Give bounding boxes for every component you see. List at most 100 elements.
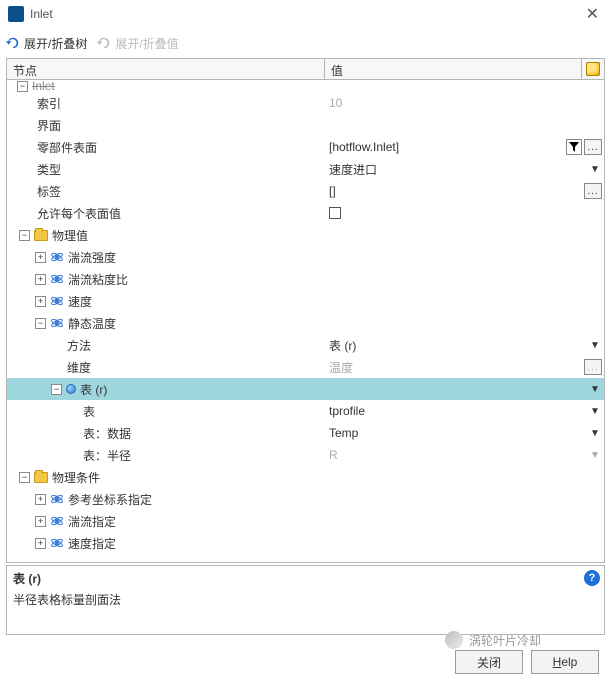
value-text: Temp	[329, 426, 358, 440]
tree-row-tag[interactable]: 标签 [] ...	[7, 180, 604, 202]
node-label: 方法	[67, 337, 91, 354]
expander-icon[interactable]: −	[19, 472, 30, 483]
description-title: 表 (r)	[13, 570, 598, 587]
node-label: 类型	[37, 161, 61, 178]
value-text: 表 (r)	[329, 337, 356, 354]
chevron-down-icon[interactable]: ▼	[588, 426, 602, 440]
tree-row-ref-frame[interactable]: + 参考坐标系指定	[7, 488, 604, 510]
expander-icon[interactable]: +	[35, 252, 46, 263]
value-cell[interactable]	[325, 202, 604, 224]
value-cell[interactable]: 速度进口 ▼	[325, 158, 604, 180]
value-cell[interactable]: [] ...	[325, 180, 604, 202]
refresh-icon-disabled	[97, 36, 111, 50]
header-search-button[interactable]	[582, 59, 604, 79]
tree-row-velocity[interactable]: + 速度	[7, 290, 604, 312]
physics-icon	[50, 536, 64, 550]
physics-icon	[50, 316, 64, 330]
close-button[interactable]: 关闭	[455, 650, 523, 674]
ellipsis-button[interactable]: ...	[584, 359, 602, 375]
chevron-down-icon[interactable]: ▼	[588, 404, 602, 418]
value-text: [hotflow.Inlet]	[329, 140, 399, 154]
node-label: 索引	[37, 95, 61, 112]
search-icon	[586, 62, 600, 76]
value-cell[interactable]: [hotflow.Inlet] ...	[325, 136, 604, 158]
node-dot-icon	[66, 384, 76, 394]
grid-header: 节点 值	[6, 58, 605, 80]
value-text: 速度进口	[329, 161, 377, 178]
tree-row-allow-per-surface[interactable]: 允许每个表面值	[7, 202, 604, 224]
tree-row-phys-conditions[interactable]: − 物理条件	[7, 466, 604, 488]
tree-row-table-radius[interactable]: 表：半径 R ▼	[7, 444, 604, 466]
expander-icon[interactable]: +	[35, 494, 46, 505]
value-cell[interactable]: tprofile ▼	[325, 400, 604, 422]
node-label: 允许每个表面值	[37, 205, 121, 222]
value-cell[interactable]: 温度 ...	[325, 356, 604, 378]
value-cell[interactable]: R ▼	[325, 444, 604, 466]
expander-icon[interactable]: −	[17, 81, 28, 92]
tree-row-table-r[interactable]: − 表 (r) ▼	[7, 378, 604, 400]
checkbox[interactable]	[329, 207, 341, 219]
tree-row-inlet[interactable]: − Inlet	[7, 80, 604, 92]
value-text: []	[329, 184, 336, 198]
tree-row-method[interactable]: 方法 表 (r) ▼	[7, 334, 604, 356]
value-cell[interactable]	[325, 114, 604, 136]
tree-row-static-temp[interactable]: − 静态温度	[7, 312, 604, 334]
tree-row-part-surface[interactable]: 零部件表面 [hotflow.Inlet] ...	[7, 136, 604, 158]
expander-icon[interactable]: −	[19, 230, 30, 241]
tree-row-interface[interactable]: 界面	[7, 114, 604, 136]
tree-row-index[interactable]: 索引 10	[7, 92, 604, 114]
node-label: Inlet	[32, 80, 55, 92]
value-text: tprofile	[329, 404, 365, 418]
node-label: 表：数据	[83, 425, 131, 442]
value-cell[interactable]: 表 (r) ▼	[325, 334, 604, 356]
value-text: R	[329, 448, 338, 462]
ellipsis-button[interactable]: ...	[584, 139, 602, 155]
node-label: 表	[83, 403, 95, 420]
expander-icon[interactable]: +	[35, 538, 46, 549]
expander-icon[interactable]: −	[35, 318, 46, 329]
node-label: 表：半径	[83, 447, 131, 464]
tree-row-table-data[interactable]: 表：数据 Temp ▼	[7, 422, 604, 444]
help-icon[interactable]: ?	[584, 570, 600, 586]
chevron-down-icon[interactable]: ▼	[588, 162, 602, 176]
toolbar: 展开/折叠树 展开/折叠值	[0, 28, 611, 58]
expander-icon[interactable]: −	[51, 384, 62, 395]
tree-row-phys-values[interactable]: − 物理值	[7, 224, 604, 246]
physics-icon	[50, 514, 64, 528]
tree-row-type[interactable]: 类型 速度进口 ▼	[7, 158, 604, 180]
tree-row-turb-spec[interactable]: + 湍流指定	[7, 510, 604, 532]
chevron-down-icon[interactable]: ▼	[588, 338, 602, 352]
filter-icon[interactable]	[566, 139, 582, 155]
help-button[interactable]: Help	[531, 650, 599, 674]
app-icon	[8, 6, 24, 22]
ellipsis-button[interactable]: ...	[584, 183, 602, 199]
node-label: 湍流强度	[68, 249, 116, 266]
expander-icon[interactable]: +	[35, 296, 46, 307]
close-icon[interactable]: ✕	[582, 4, 603, 24]
tree-row-turb-intensity[interactable]: + 湍流强度	[7, 246, 604, 268]
folder-icon	[34, 230, 48, 241]
header-value[interactable]: 值	[325, 59, 582, 79]
expander-icon[interactable]: +	[35, 274, 46, 285]
tree-row-table[interactable]: 表 tprofile ▼	[7, 400, 604, 422]
tree-row-dimension[interactable]: 维度 温度 ...	[7, 356, 604, 378]
physics-icon	[50, 250, 64, 264]
node-label: 标签	[37, 183, 61, 200]
grid-body[interactable]: − Inlet 索引 10 界面 零部件表面	[6, 80, 605, 563]
expander-icon[interactable]: +	[35, 516, 46, 527]
node-label: 速度指定	[68, 535, 116, 552]
tree-row-turb-visc-ratio[interactable]: + 湍流粘度比	[7, 268, 604, 290]
tree-row-vel-spec[interactable]: + 速度指定	[7, 532, 604, 554]
node-label: 表 (r)	[80, 381, 107, 398]
expand-tree-button[interactable]: 展开/折叠树	[6, 35, 87, 52]
expand-tree-label: 展开/折叠树	[24, 35, 87, 52]
physics-icon	[50, 272, 64, 286]
expand-value-label: 展开/折叠值	[115, 35, 178, 52]
chevron-down-icon[interactable]: ▼	[588, 382, 602, 396]
help-button-label: elp	[561, 655, 577, 669]
header-node[interactable]: 节点	[7, 59, 325, 79]
value-cell[interactable]: Temp ▼	[325, 422, 604, 444]
value-cell: 10	[325, 92, 604, 114]
node-label: 静态温度	[68, 315, 116, 332]
chevron-down-icon[interactable]: ▼	[588, 448, 602, 462]
